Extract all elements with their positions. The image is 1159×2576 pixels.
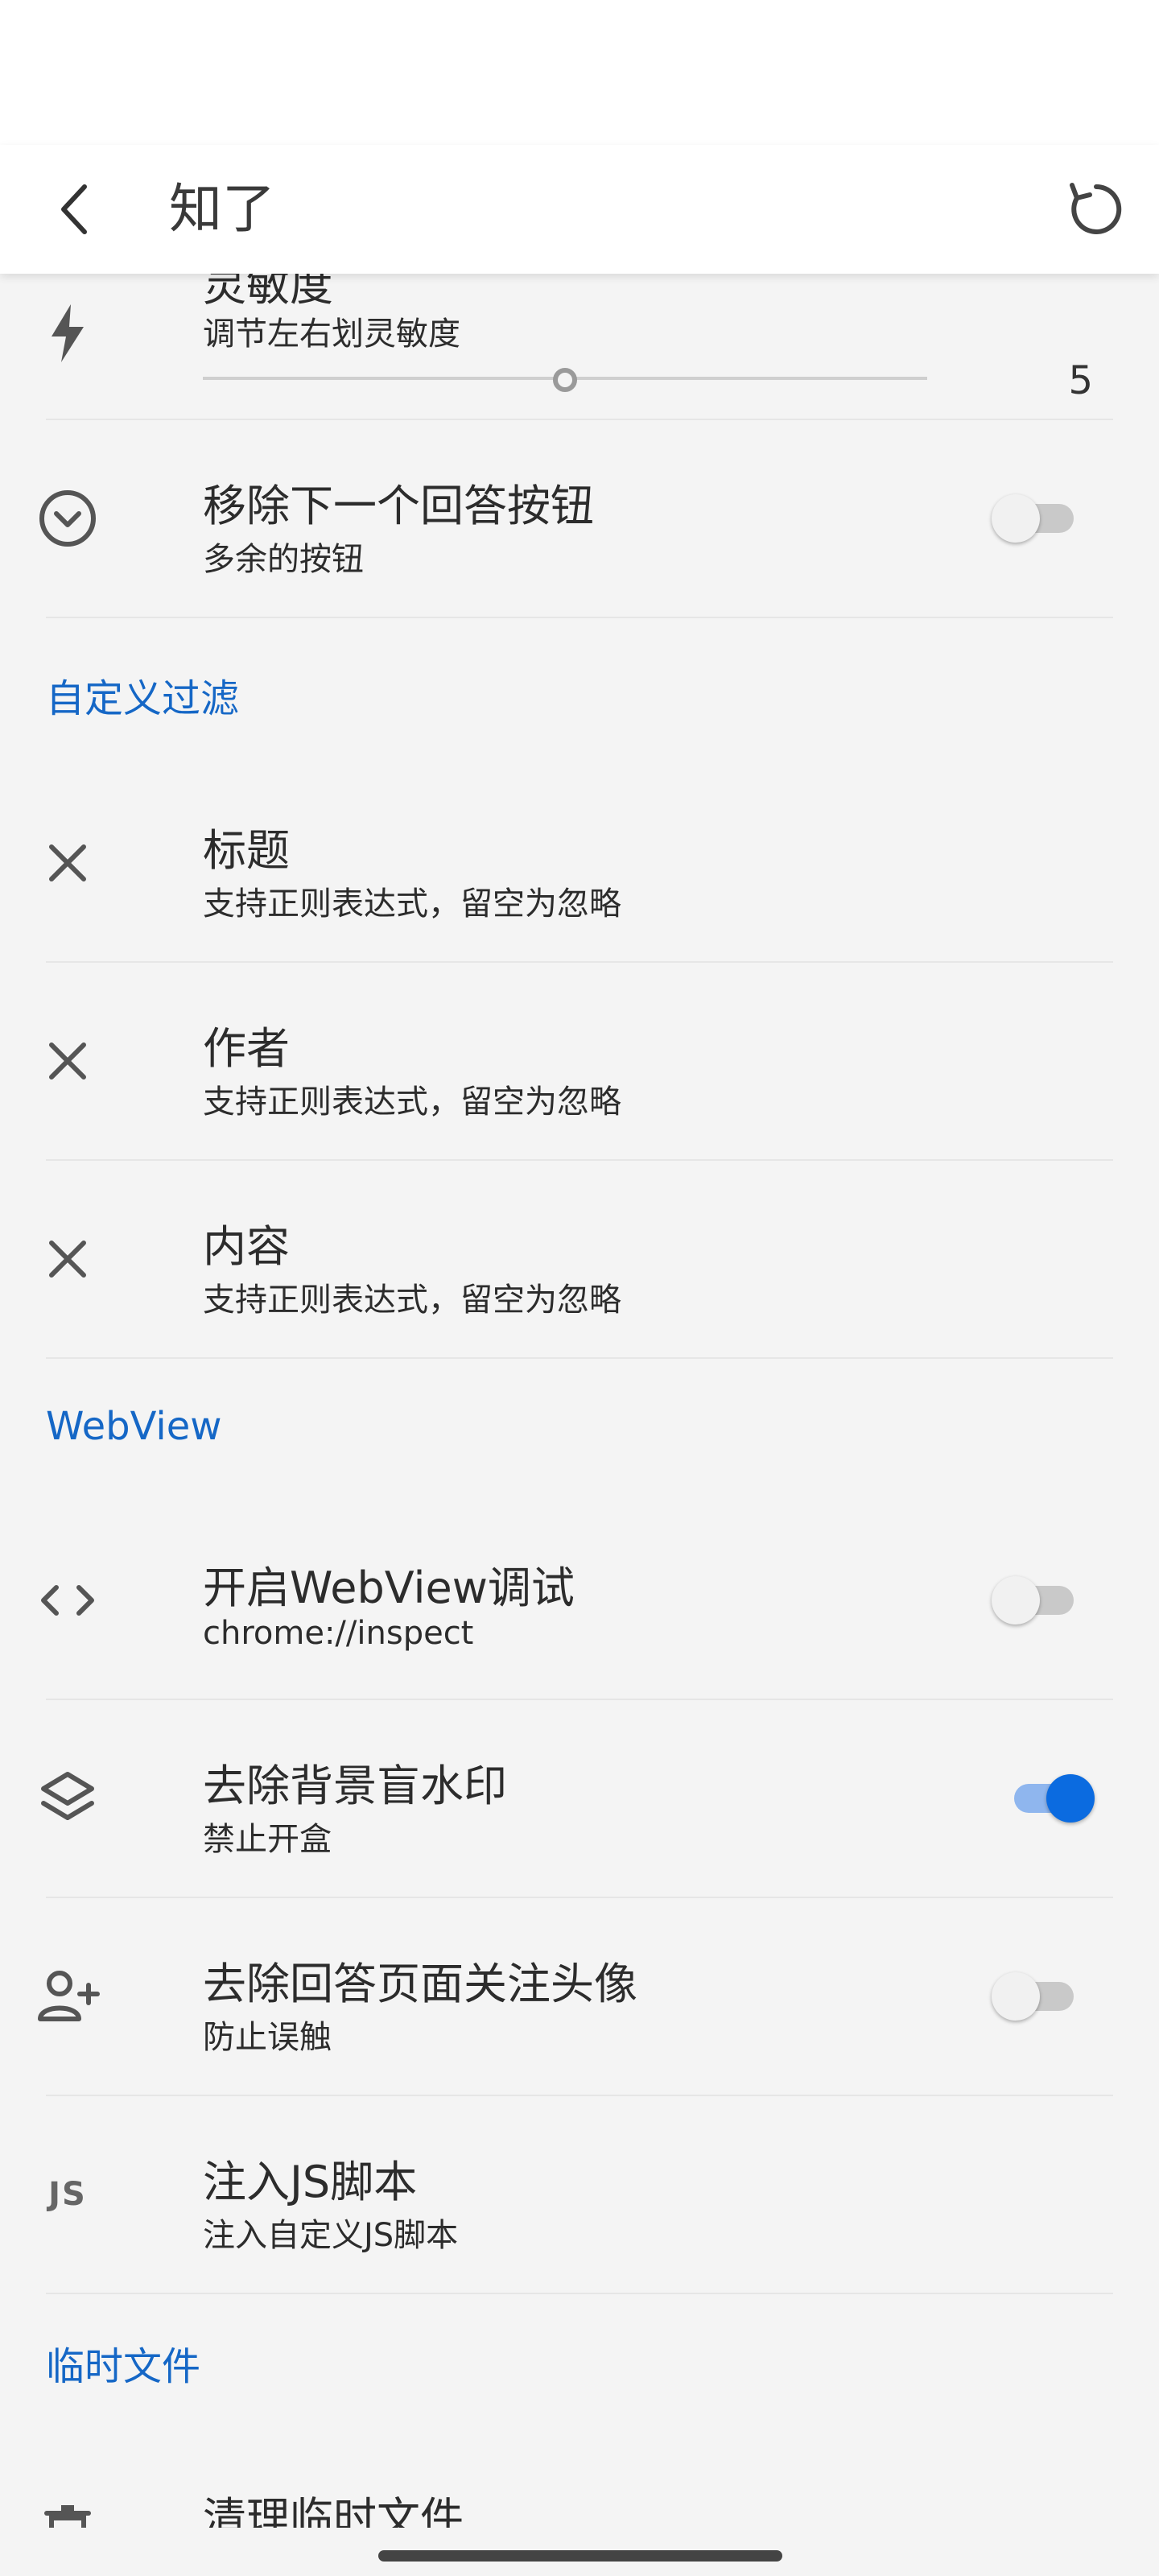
sensitivity-row: 灵敏度 调节左右划灵敏度 5 [0,274,1159,419]
lightning-icon [32,298,103,369]
close-icon [32,1026,103,1096]
filter-author-subtitle: 支持正则表达式，留空为忽略 [203,1084,621,1121]
app-bar: 知了 [0,145,1159,274]
home-gesture-handle[interactable] [378,2550,782,2562]
sensitivity-slider-thumb[interactable] [553,368,577,392]
js-icon: JS [48,2176,87,2213]
remove-watermark-subtitle: 禁止开盒 [203,1821,332,1858]
filter-content-label: 内容 [203,1221,290,1272]
filter-row-content[interactable]: 内容 支持正则表达式，留空为忽略 [0,1161,1159,1357]
close-icon [32,828,103,898]
webview-debug-title: 开启WebView调试 [203,1563,575,1613]
remove-watermark-row[interactable]: 去除背景盲水印 禁止开盒 [0,1700,1159,1897]
section-header-temp-files: 临时文件 [46,2344,201,2389]
webview-debug-row[interactable]: 开启WebView调试 chrome://inspect [0,1502,1159,1699]
webview-debug-subtitle: chrome://inspect [203,1615,474,1652]
webview-debug-switch[interactable] [992,1576,1080,1624]
layers-icon [32,1763,103,1834]
reset-icon [1070,183,1122,234]
section-header-custom-filter: 自定义过滤 [46,676,240,721]
remove-next-answer-switch[interactable] [992,494,1080,543]
section-header-webview: WebView [46,1404,222,1449]
person-add-icon [32,1961,103,2032]
settings-list: 灵敏度 调节左右划灵敏度 5 移除下一个回答按钮 多余的按钮 自定义过滤 标题 … [0,274,1159,2528]
remove-follow-avatar-title: 去除回答页面关注头像 [203,1959,637,2009]
filter-author-label: 作者 [203,1023,290,1074]
divider [46,1357,1113,1359]
filter-title-label: 标题 [203,825,290,876]
remove-watermark-title: 去除背景盲水印 [203,1761,507,1811]
remove-next-answer-row[interactable]: 移除下一个回答按钮 多余的按钮 [0,420,1159,617]
reset-button[interactable] [1054,167,1138,251]
back-button[interactable] [44,167,109,251]
remove-follow-avatar-switch[interactable] [992,1972,1080,2021]
sensitivity-subtitle: 调节左右划灵敏度 [203,316,460,353]
remove-next-answer-subtitle: 多余的按钮 [203,541,364,578]
inject-js-title: 注入JS脚本 [203,2157,418,2207]
close-icon [32,1224,103,1294]
filter-row-author[interactable]: 作者 支持正则表达式，留空为忽略 [0,963,1159,1159]
remove-follow-avatar-subtitle: 防止误触 [203,2019,332,2056]
filter-row-title[interactable]: 标题 支持正则表达式，留空为忽略 [0,765,1159,961]
trash-icon [32,2496,103,2528]
filter-title-subtitle: 支持正则表达式，留空为忽略 [203,886,621,923]
inject-js-row[interactable]: JS 注入JS脚本 注入自定义JS脚本 [0,2096,1159,2293]
navigation-bar [0,2528,1159,2576]
remove-watermark-switch[interactable] [992,1774,1095,1823]
clear-temp-row[interactable]: 清理临时文件 [0,2433,1159,2528]
arrow-back-icon [61,184,87,234]
code-icon [32,1565,103,1636]
status-bar [0,0,1159,145]
page-title: 知了 [169,178,275,240]
filter-content-subtitle: 支持正则表达式，留空为忽略 [203,1282,621,1319]
divider [46,2293,1113,2294]
clear-temp-title: 清理临时文件 [203,2493,464,2528]
remove-follow-avatar-row[interactable]: 去除回答页面关注头像 防止误触 [0,1898,1159,2095]
divider [46,617,1113,618]
inject-js-subtitle: 注入自定义JS脚本 [203,2217,459,2254]
sensitivity-value: 5 [1068,358,1093,403]
remove-next-answer-title: 移除下一个回答按钮 [203,481,594,531]
chevron-circle-icon [32,483,103,554]
